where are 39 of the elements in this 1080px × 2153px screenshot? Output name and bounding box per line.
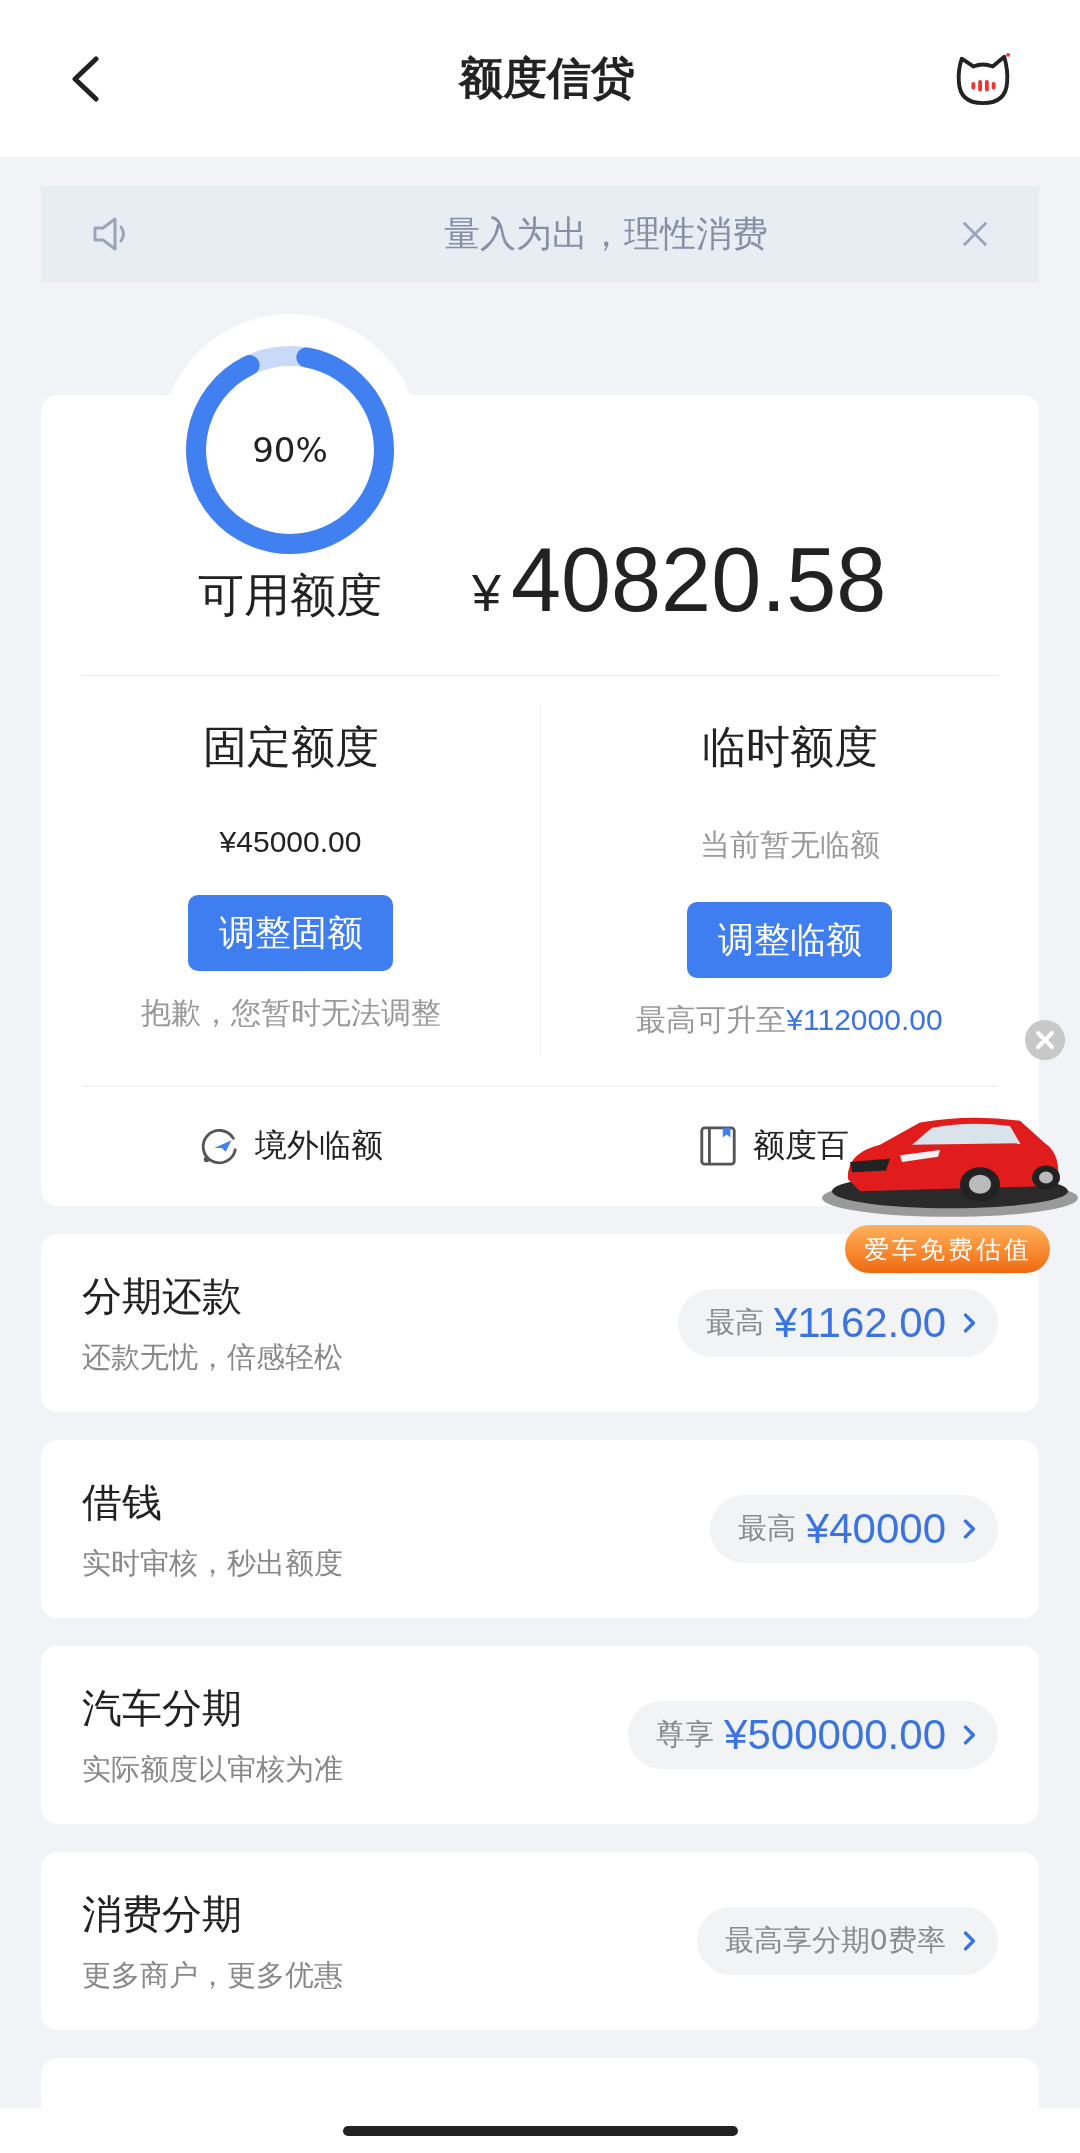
back-icon[interactable] xyxy=(70,55,100,102)
link-label[interactable]: 额度百 xyxy=(753,1124,849,1168)
quota-title: 固定额度 xyxy=(202,720,379,774)
percent-label: 90% xyxy=(252,430,328,470)
offer-pill[interactable]: 最高享分期0费率 xyxy=(696,1907,998,1975)
home-indicator[interactable] xyxy=(342,2125,738,2136)
product-title: 分期还款 xyxy=(82,1271,243,1321)
cat-icon[interactable] xyxy=(954,50,1012,107)
product-title: 消费分期 xyxy=(82,1889,243,1939)
page-title: 额度信贷 xyxy=(459,51,635,105)
adjust-button[interactable]: 调整临额 xyxy=(687,902,892,978)
quota-value: 当前暂无临额 xyxy=(699,826,880,864)
chevron-icon xyxy=(962,1723,976,1747)
product-subtitle: 实际额度以审核为准 xyxy=(82,1750,343,1788)
available-label: 可用额度 xyxy=(198,567,382,624)
offer-pill[interactable]: 尊享 ¥500000.00 xyxy=(628,1701,998,1769)
chevron-icon xyxy=(962,1517,976,1541)
quota-note: 抱歉，您暂时无法调整 xyxy=(140,994,441,1032)
quota-title: 临时额度 xyxy=(701,720,878,774)
valuation-button[interactable]: 爱车免费估值 xyxy=(845,1225,1050,1273)
available-amount: ¥40820.58 xyxy=(472,535,887,625)
link-label[interactable]: 境外临额 xyxy=(254,1124,383,1168)
product-title: 汽车分期 xyxy=(82,1683,243,1733)
product-subtitle: 更多商户，更多优惠 xyxy=(82,1956,343,1994)
book-icon xyxy=(697,1125,739,1167)
product-subtitle: 还款无忧，倍感轻松 xyxy=(82,1338,343,1376)
product-card[interactable]: 汽车分期 实际额度以审核为准 尊享 ¥500000.00 xyxy=(41,1646,1039,1824)
product-card[interactable]: 借钱 实时审核，秒出额度 最高 ¥40000 xyxy=(41,1440,1039,1618)
chevron-icon xyxy=(962,1311,976,1335)
chevron-icon xyxy=(962,1929,976,1953)
quota-value: ¥45000.00 xyxy=(219,825,362,859)
offer-pill[interactable]: 最高 ¥40000 xyxy=(709,1495,998,1563)
quota-note: 最高可升至¥112000.00 xyxy=(636,1001,943,1039)
product-card[interactable]: 消费分期 更多商户，更多优惠 最高享分期0费率 xyxy=(41,1852,1039,2030)
adjust-button[interactable]: 调整固额 xyxy=(188,895,393,971)
notice-text: 量入为出，理性消费 xyxy=(443,211,769,256)
product-subtitle: 实时审核，秒出额度 xyxy=(82,1544,343,1582)
offer-pill[interactable]: 最高 ¥1162.00 xyxy=(677,1289,998,1357)
product-title: 借钱 xyxy=(82,1477,163,1527)
